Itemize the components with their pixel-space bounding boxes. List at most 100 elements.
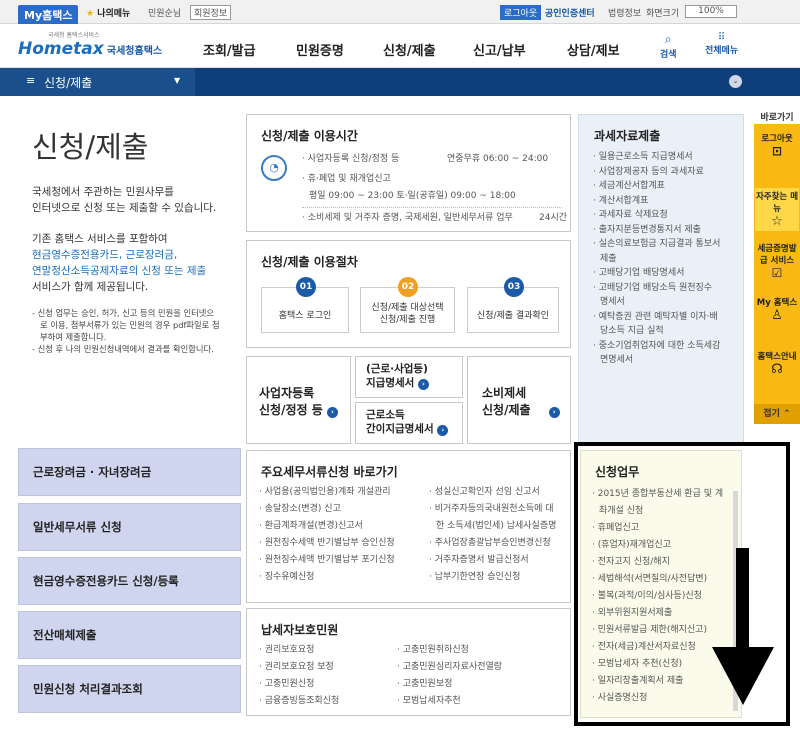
- btn-labor-incentive[interactable]: 근로장려금 · 자녀장려금: [18, 448, 241, 496]
- list-item[interactable]: · 주사업장총괄납부승인변경신청: [429, 535, 571, 552]
- menu-application[interactable]: 신청/제출: [383, 40, 436, 59]
- list-item[interactable]: · 세금계산서합계표: [593, 179, 741, 194]
- step-1: 01 홈택스 로그인: [261, 277, 349, 333]
- protect-col-1: · 권리보호요청 · 권리보호요청 보정 · 고충민원신청 · 금융증빙등조회신청: [259, 642, 409, 710]
- major-col-2: · 성실신고확인자 선임 신고서 · 비거주자등의국내원천소득에 대한 소득세(법…: [429, 484, 571, 586]
- list-item[interactable]: 제출: [593, 252, 741, 267]
- person-icon: ♙: [771, 308, 783, 323]
- menu-filing[interactable]: 신고/납부: [473, 40, 526, 59]
- hamburger-icon: ≡: [26, 74, 36, 87]
- list-item[interactable]: · 금융증빙등조회신청: [259, 693, 409, 710]
- list-item[interactable]: · 환급계좌개설(변경)신고서: [259, 518, 419, 535]
- list-item[interactable]: · 성실신고확인자 선임 신고서: [429, 484, 571, 501]
- major-col-1: · 사업용(공익법인용)계좌 개설관리 · 송달장소(변경) 신고 · 환급계좌개설…: [259, 484, 419, 586]
- quick-close-button[interactable]: 접기 ⌃: [754, 404, 800, 424]
- list-item[interactable]: · 거주자증명서 발급신청서: [429, 552, 571, 569]
- tax-data-list: · 일용근로소득 지급명세서 · 사업장제공자 등의 과세자료 · 세금계산서합계표…: [593, 150, 741, 368]
- zoom-control[interactable]: 100%: [685, 5, 737, 18]
- list-item[interactable]: · 휴폐업신고: [592, 520, 737, 537]
- list-item[interactable]: · 계산서합계표: [593, 194, 741, 209]
- list-item[interactable]: · 사업용(공익법인용)계좌 개설관리: [259, 484, 419, 501]
- list-item[interactable]: · 실손의료보험금 지급결과 통보서: [593, 237, 741, 252]
- list-item[interactable]: · 출자지분등변경통지서 제출: [593, 223, 741, 238]
- member-info-button[interactable]: 회원정보: [190, 5, 232, 20]
- list-item[interactable]: · 송달장소(변경) 신고: [259, 501, 419, 518]
- all-menu-button[interactable]: ⠿ 전체메뉴: [705, 32, 738, 56]
- list-item[interactable]: 당소득 지급 실적: [593, 324, 741, 339]
- list-item[interactable]: · 예탁증권 관련 예탁자별 이자·배: [593, 310, 741, 325]
- list-item[interactable]: · 원천징수세액 반기별납부 포기신청: [259, 552, 419, 569]
- tile-business-registration[interactable]: 사업자등록 신청/정정 등 ›: [246, 356, 351, 444]
- step-3: 03 신청/제출 결과확인: [467, 277, 559, 333]
- caret-down-icon: ▼: [174, 76, 181, 85]
- list-item[interactable]: · 불복(과적/이의/심사등)신청: [592, 588, 737, 605]
- list-item[interactable]: · 모범납세자추천: [397, 693, 557, 710]
- menu-certificate[interactable]: 민원증명: [296, 40, 344, 59]
- quick-favorites[interactable]: 자주찾는 메뉴 ☆: [755, 188, 799, 231]
- law-info-link[interactable]: 법령정보: [608, 6, 641, 19]
- list-item[interactable]: · 과세자료 삭제요청: [593, 208, 741, 223]
- page-title: 신청/제출: [32, 130, 149, 164]
- list-item[interactable]: · 전자고지 신청/해지: [592, 554, 737, 571]
- guide-icon: ☊: [771, 362, 783, 377]
- list-item[interactable]: · 비거주자등의국내원천소득에 대: [429, 501, 571, 518]
- tile-simple-statement[interactable]: 근로소득 간이지급명세서 ›: [355, 402, 463, 444]
- list-item[interactable]: 좌개설 신청: [592, 503, 737, 520]
- btn-electronic-media[interactable]: 전산매체제출: [18, 611, 241, 659]
- list-item[interactable]: · 사업장제공자 등의 과세자료: [593, 165, 741, 180]
- list-item[interactable]: · 고충민원보정: [397, 676, 557, 693]
- star-icon: ★: [86, 9, 98, 19]
- menu-consult[interactable]: 상담/제보: [567, 40, 620, 59]
- search-button[interactable]: ⌕ 검색: [660, 32, 677, 60]
- procedure-panel: 신청/제출 이용절차 01 홈택스 로그인 02 신청/제출 대상선택 신청/제출…: [246, 240, 571, 348]
- list-item[interactable]: · 고충민원취하신청: [397, 642, 557, 659]
- main-nav: 국세청 홈택스서비스 Hometax 국세청홈택스 조회/발급 민원증명 신청/…: [0, 24, 800, 68]
- list-item[interactable]: · 일용근로소득 지급명세서: [593, 150, 741, 165]
- chevron-down-icon[interactable]: ⌄: [729, 75, 742, 88]
- hometax-logo[interactable]: 국세청 홈택스서비스 Hometax 국세청홈택스: [18, 30, 162, 59]
- list-item[interactable]: 면명세서: [593, 353, 741, 368]
- list-item[interactable]: 명세서: [593, 295, 741, 310]
- logout-button[interactable]: 로그아웃: [500, 5, 542, 20]
- my-menu-link[interactable]: ★ 나의메뉴: [86, 6, 130, 19]
- grid-icon: ⠿: [717, 32, 726, 43]
- list-item[interactable]: · 고배당기업 배당명세서: [593, 266, 741, 281]
- quick-logout[interactable]: 로그아웃 ⊡: [755, 132, 799, 158]
- my-hometax-button[interactable]: My홈택스: [18, 5, 79, 25]
- list-item[interactable]: · 중소기업취업자에 대한 소득세감: [593, 339, 741, 354]
- cert-center-link[interactable]: 공인인증센터: [545, 6, 595, 19]
- list-item[interactable]: · 권리보호요청 보정: [259, 659, 409, 676]
- list-item[interactable]: · 고충민원심리자료사전열람: [397, 659, 557, 676]
- btn-general-docs[interactable]: 일반세무서류 신청: [18, 503, 241, 551]
- clock-icon: ◔: [261, 155, 287, 181]
- list-item[interactable]: · (휴업자)재개업신고: [592, 537, 737, 554]
- btn-cash-receipt-card[interactable]: 현금영수증전용카드 신청/등록: [18, 557, 241, 605]
- list-item[interactable]: · 2015년 종합부동산세 환급 및 계: [592, 486, 737, 503]
- intro-section: 신청/제출 국세청에서 주관하는 민원사무를 인터넷으로 신청 또는 제출할 수 …: [32, 124, 242, 355]
- intro-notes: - 신청 업무는 승인, 허가, 신고 등의 민원을 인터넷으 로 이용, 첨부서…: [32, 308, 220, 354]
- check-icon: ☑: [771, 266, 783, 280]
- list-item[interactable]: · 고충민원신청: [259, 676, 409, 693]
- menu-inquiry[interactable]: 조회/발급: [203, 40, 256, 59]
- breadcrumb-dropdown[interactable]: ≡ 신청/제출 ▼: [0, 68, 195, 96]
- list-item[interactable]: · 고배당기업 배당소득 원천징수: [593, 281, 741, 296]
- list-item[interactable]: · 징수유예신청: [259, 569, 419, 586]
- list-item[interactable]: · 외부위원지원서제출: [592, 605, 737, 622]
- list-item[interactable]: · 권리보호요청: [259, 642, 409, 659]
- quick-guide[interactable]: 홈택스안내 ☊: [755, 350, 799, 377]
- hours-title: 신청/제출 이용시간: [261, 129, 358, 143]
- list-item[interactable]: 한 소득세(법인세) 납세사실증명: [429, 518, 571, 535]
- list-item[interactable]: · 세법해석(서면질의/사전답변): [592, 571, 737, 588]
- protect-col-2: · 고충민원취하신청 · 고충민원심리자료사전열람 · 고충민원보정 · 모범납세자추…: [397, 642, 557, 710]
- tile-excise-tax[interactable]: 소비제세 신청/제출 ›: [467, 356, 571, 444]
- btn-result-inquiry[interactable]: 민원신청 처리결과조회: [18, 665, 241, 713]
- list-item[interactable]: · 납부기한연장 승인신청: [429, 569, 571, 586]
- tile-payment-statement[interactable]: (근로·사업등) 지급명세서 ›: [355, 356, 463, 398]
- list-item[interactable]: · 민원서류발급 제한(해지신고): [592, 622, 737, 639]
- list-item[interactable]: · 원천징수세액 반기별납부 승인신청: [259, 535, 419, 552]
- lock-icon: ⊡: [771, 144, 783, 158]
- arrow-right-icon: ›: [417, 378, 429, 390]
- intro-text: 국세청에서 주관하는 민원사무를 인터넷으로 신청 또는 제출할 수 있습니다.: [32, 186, 217, 214]
- quick-tax-cert[interactable]: 세금증명발급 서비스 ☑: [755, 242, 799, 280]
- quick-my-hometax[interactable]: My 홈택스 ♙: [755, 296, 799, 323]
